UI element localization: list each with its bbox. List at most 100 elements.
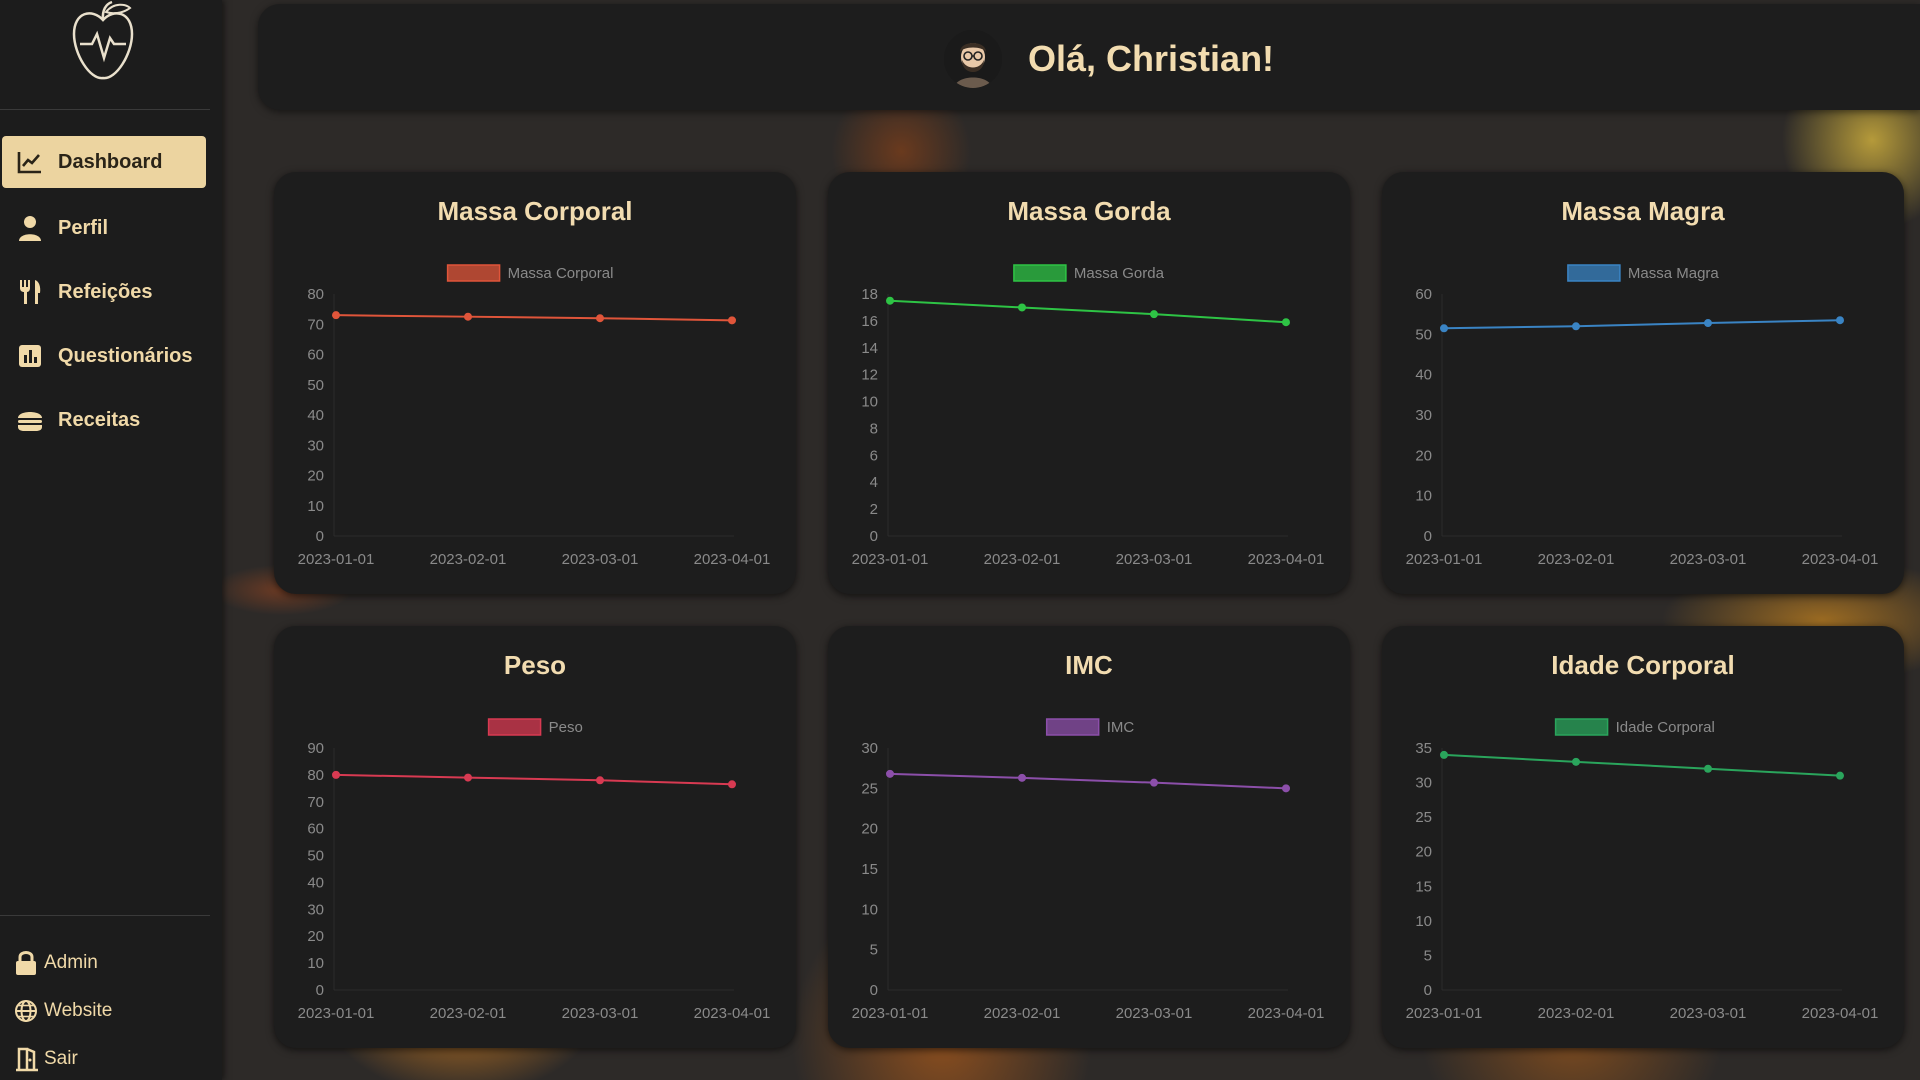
y-tick-label: 14	[861, 340, 878, 357]
y-tick-label: 30	[861, 740, 878, 757]
x-tick-label: 2023-01-01	[1406, 551, 1483, 568]
sidebar-item-label: Dashboard	[58, 150, 163, 173]
y-tick-label: 5	[1424, 947, 1432, 964]
sidebar-item-label: Perfil	[58, 216, 109, 239]
x-tick-label: 2023-04-01	[694, 1005, 771, 1022]
x-tick-label: 2023-03-01	[562, 1005, 639, 1022]
data-point	[1282, 318, 1290, 327]
admin-link[interactable]: Admin	[14, 950, 98, 976]
sidebar-item-questionarios[interactable]: Questionários	[2, 330, 206, 382]
massa-magra-chart: Massa Magra 0 10 20 30 40 50 60 2023-01-01 2023-0…	[1406, 264, 1879, 568]
data-point	[464, 312, 472, 321]
y-tick-label: 18	[861, 286, 878, 303]
y-tick-label: 25	[861, 780, 878, 797]
y-tick-label: 20	[1415, 447, 1432, 464]
y-tick-label: 80	[307, 286, 324, 303]
user-icon	[16, 214, 44, 242]
data-point	[1440, 750, 1448, 759]
data-point	[332, 770, 340, 779]
chart-card-idade-corporal: Idade Corporal Idade Corporal 0 5 10 15 20 25 3…	[1382, 626, 1904, 1048]
chart-card-imc: IMC IMC 0 5 10 15 20 25 30 2023-01-01 2023-02-01 2…	[828, 626, 1350, 1048]
website-label: Website	[44, 1000, 113, 1021]
legend-swatch	[487, 718, 542, 736]
data-point	[886, 296, 894, 305]
y-tick-label: 20	[307, 468, 324, 485]
globe-icon	[14, 998, 40, 1024]
y-tick-label: 30	[307, 437, 324, 454]
idade-corporal-chart: Idade Corporal 0 5 10 15 20 25 30 35 2023-01-01 20…	[1406, 718, 1879, 1022]
y-tick-label: 70	[307, 794, 324, 811]
sidebar-item-label: Refeições	[58, 280, 153, 303]
header-bar: Olá, Christian!	[258, 4, 1920, 110]
massa-gorda-chart: Massa Gorda 0 2 4 6 8 10 12 14 16 18 2023-01-01 2023…	[852, 264, 1324, 568]
series-line	[1443, 319, 1841, 330]
x-tick-label: 2023-01-01	[852, 551, 929, 568]
y-tick-label: 20	[861, 821, 878, 838]
y-tick-label: 60	[307, 347, 324, 364]
y-tick-label: 16	[861, 313, 878, 330]
y-tick-label: 0	[870, 982, 878, 999]
logout-link[interactable]: Sair	[14, 1046, 78, 1072]
y-tick-label: 5	[870, 942, 878, 959]
logout-label: Sair	[44, 1048, 78, 1069]
massa-corporal-chart: Massa Corporal 0 10 20 30 40 50 60 70 80 2023-01-0…	[298, 264, 771, 568]
y-tick-label: 4	[870, 474, 878, 491]
data-point	[1018, 303, 1026, 312]
y-tick-label: 10	[307, 955, 324, 972]
y-tick-label: 50	[1415, 326, 1432, 343]
sidebar-item-perfil[interactable]: Perfil	[2, 202, 206, 254]
y-tick-label: 30	[307, 901, 324, 918]
y-tick-label: 6	[870, 447, 878, 464]
apple-heart-logo	[72, 0, 134, 80]
burger-icon	[16, 406, 44, 434]
y-tick-label: 10	[861, 901, 878, 918]
x-tick-label: 2023-04-01	[694, 551, 771, 568]
data-point	[596, 314, 604, 323]
website-link[interactable]: Website	[14, 998, 112, 1024]
data-point	[1150, 778, 1158, 787]
y-tick-label: 10	[1415, 913, 1432, 930]
y-tick-label: 40	[307, 407, 324, 424]
sidebar-item-label: Receitas	[58, 408, 141, 431]
legend-label: IMC	[1107, 719, 1135, 736]
y-tick-label: 40	[1415, 367, 1432, 384]
x-tick-label: 2023-02-01	[1538, 1005, 1615, 1022]
lock-icon	[14, 950, 40, 976]
sidebar-item-receitas[interactable]: Receitas	[2, 394, 206, 446]
data-point	[886, 769, 894, 778]
y-tick-label: 8	[870, 420, 878, 437]
x-tick-label: 2023-04-01	[1802, 551, 1879, 568]
data-point	[596, 776, 604, 785]
sidebar-item-refeicoes[interactable]: Refeições	[2, 266, 206, 318]
series-line	[889, 299, 1287, 324]
y-tick-label: 15	[861, 861, 878, 878]
bar-chart-icon	[16, 342, 44, 370]
x-tick-label: 2023-02-01	[430, 551, 507, 568]
legend-label: Massa Gorda	[1074, 265, 1165, 282]
peso-chart: Peso 0 10 20 30 40 50 60 70 80 90 2023-01-01 2023-02…	[298, 718, 771, 1022]
data-point	[1836, 316, 1844, 325]
sidebar-item-dashboard[interactable]: Dashboard	[2, 136, 206, 188]
x-tick-label: 2023-02-01	[1538, 551, 1615, 568]
legend-label: Massa Corporal	[508, 265, 614, 282]
y-tick-label: 15	[1415, 878, 1432, 895]
avatar[interactable]	[944, 30, 1002, 88]
data-point	[1150, 310, 1158, 319]
x-tick-label: 2023-01-01	[298, 551, 375, 568]
legend-label: Massa Magra	[1628, 265, 1720, 282]
y-tick-label: 20	[1415, 844, 1432, 861]
series-line	[889, 772, 1287, 790]
legend-swatch	[446, 264, 501, 282]
sidebar: Dashboard Perfil Refeições Questionários…	[0, 0, 222, 1080]
sidebar-divider-top	[0, 109, 210, 110]
data-point	[1704, 319, 1712, 328]
y-tick-label: 80	[307, 767, 324, 784]
x-tick-label: 2023-02-01	[430, 1005, 507, 1022]
y-tick-label: 60	[1415, 286, 1432, 303]
x-tick-label: 2023-03-01	[1116, 551, 1193, 568]
y-tick-label: 90	[307, 740, 324, 757]
y-tick-label: 10	[1415, 488, 1432, 505]
legend-label: Idade Corporal	[1616, 719, 1715, 736]
x-tick-label: 2023-04-01	[1802, 1005, 1879, 1022]
series-line	[1443, 753, 1841, 777]
